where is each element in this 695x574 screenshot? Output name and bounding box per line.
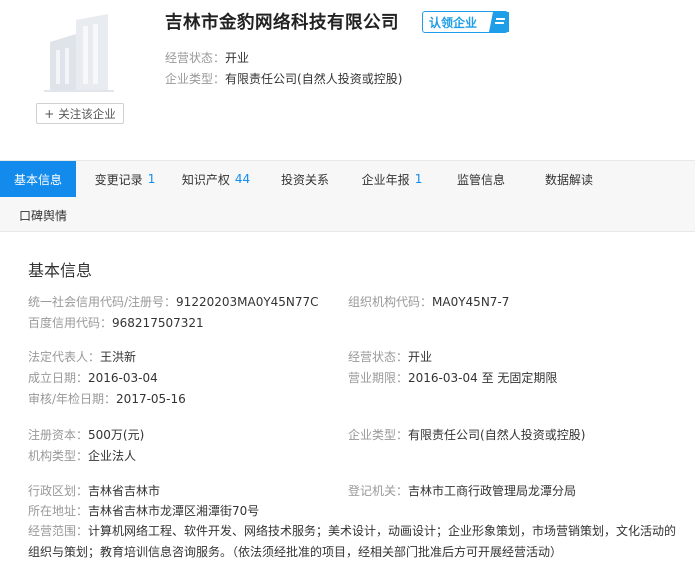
building-logo-icon xyxy=(44,14,114,92)
field-key: 成立日期： xyxy=(28,371,89,385)
claim-company-button[interactable]: 认领企业 xyxy=(422,11,509,33)
field-capital: 注册资本：500万(元) xyxy=(28,426,144,443)
claim-label: 认领企业 xyxy=(429,15,478,30)
field-value: MA0Y45N7-7 xyxy=(432,295,510,309)
field-value: 王洪新 xyxy=(100,350,137,364)
plus-icon: + xyxy=(44,106,55,121)
field-key: 机构类型： xyxy=(28,449,89,463)
company-type: 企业类型：有限责任公司(自然人投资或控股) xyxy=(165,70,402,87)
field-value: 968217507321 xyxy=(112,316,204,330)
field-value: 企业法人 xyxy=(88,449,137,463)
tab-count: 1 xyxy=(147,172,156,186)
type-key: 企业类型： xyxy=(165,72,226,86)
field-audit-date: 审核/年检日期：2017-05-16 xyxy=(28,390,186,407)
field-founded: 成立日期：2016-03-04 xyxy=(28,369,158,386)
field-value: 吉林市工商行政管理局龙潭分局 xyxy=(408,484,577,498)
field-scope: 经营范围：计算机网络工程、软件开发、网络技术服务；美术设计，动画设计；企业形象策… xyxy=(28,521,678,563)
claim-tag-icon xyxy=(489,12,509,32)
field-value: 计算机网络工程、软件开发、网络技术服务；美术设计，动画设计；企业形象策划，市场营… xyxy=(28,524,677,559)
tab-label: 投资关系 xyxy=(280,172,329,187)
field-key: 法定代表人： xyxy=(28,350,101,364)
field-term: 营业期限：2016-03-04 至 无固定期限 xyxy=(348,369,557,386)
field-value: 2016-03-04 至 无固定期限 xyxy=(408,371,558,385)
status-key: 经营状态： xyxy=(165,51,226,65)
tab-count: 1 xyxy=(414,172,423,186)
field-legal-rep: 法定代表人：王洪新 xyxy=(28,348,136,365)
field-credit-code: 统一社会信用代码/注册号：91220203MA0Y45N77C xyxy=(28,293,319,310)
tab-change-records[interactable]: 变更记录 1 xyxy=(85,161,165,197)
company-status: 经营状态：开业 xyxy=(165,49,249,66)
tab-label: 监管信息 xyxy=(456,172,505,187)
follow-company-button[interactable]: + 关注该企业 xyxy=(36,103,124,124)
tab-data-analysis[interactable]: 数据解读 xyxy=(529,161,609,197)
field-key: 审核/年检日期： xyxy=(28,392,117,406)
field-key: 注册资本： xyxy=(28,428,89,442)
follow-label: 关注该企业 xyxy=(58,106,116,121)
section-title: 基本信息 xyxy=(28,261,93,280)
field-key: 企业类型： xyxy=(348,428,409,442)
field-region: 行政区划：吉林省吉林市 xyxy=(28,482,160,499)
status-value: 开业 xyxy=(225,51,250,65)
field-ent-type: 企业类型：有限责任公司(自然人投资或控股) xyxy=(348,426,585,443)
field-key: 百度信用代码： xyxy=(28,316,113,330)
tab-investment[interactable]: 投资关系 xyxy=(265,161,345,197)
field-key: 所在地址： xyxy=(28,504,89,518)
field-value: 2017-05-16 xyxy=(116,392,186,406)
field-key: 组织机构代码： xyxy=(348,295,433,309)
field-org-code: 组织机构代码：MA0Y45N7-7 xyxy=(348,293,509,310)
field-org-type: 机构类型：企业法人 xyxy=(28,447,136,464)
field-value: 91220203MA0Y45N77C xyxy=(176,295,319,309)
tab-label: 变更记录 xyxy=(94,172,143,187)
field-authority: 登记机关：吉林市工商行政管理局龙潭分局 xyxy=(348,482,576,499)
company-header: + 关注该企业 吉林市金豹网络科技有限公司 认领企业 经营状态：开业 企业类型：… xyxy=(0,0,695,160)
tab-bar: 基本信息 变更记录 1 知识产权 44 投资关系 企业年报 1 监管信息 数据解读 口… xyxy=(0,160,695,232)
field-key: 经营范围： xyxy=(28,524,89,538)
tab-count: 44 xyxy=(234,172,251,186)
type-value: 有限责任公司(自然人投资或控股) xyxy=(225,72,403,86)
field-value: 开业 xyxy=(408,350,433,364)
field-key: 登记机关： xyxy=(348,484,409,498)
field-biz-status: 经营状态：开业 xyxy=(348,348,432,365)
tab-reputation[interactable]: 口碑舆情 xyxy=(5,197,81,233)
field-key: 经营状态： xyxy=(348,350,409,364)
field-value: 有限责任公司(自然人投资或控股) xyxy=(408,428,586,442)
company-name: 吉林市金豹网络科技有限公司 xyxy=(165,13,399,33)
field-key: 行政区划： xyxy=(28,484,89,498)
tab-label: 基本信息 xyxy=(13,172,62,187)
tab-label: 知识产权 xyxy=(181,172,230,187)
field-value: 500万(元) xyxy=(88,428,145,442)
field-baidu-code: 百度信用代码：968217507321 xyxy=(28,314,204,331)
field-value: 吉林省吉林市 xyxy=(88,484,161,498)
tab-annual-report[interactable]: 企业年报 1 xyxy=(352,161,432,197)
tab-label: 企业年报 xyxy=(361,172,410,187)
field-value: 吉林省吉林市龙潭区湘潭街70号 xyxy=(88,504,260,518)
field-value: 2016-03-04 xyxy=(88,371,158,385)
tab-label: 口碑舆情 xyxy=(18,208,67,223)
tab-intellectual-property[interactable]: 知识产权 44 xyxy=(175,161,257,197)
field-key: 统一社会信用代码/注册号： xyxy=(28,295,177,309)
tab-label: 数据解读 xyxy=(544,172,593,187)
field-key: 营业期限： xyxy=(348,371,409,385)
field-address: 所在地址：吉林省吉林市龙潭区湘潭街70号 xyxy=(28,502,259,519)
tab-regulatory[interactable]: 监管信息 xyxy=(441,161,521,197)
tab-basic-info[interactable]: 基本信息 xyxy=(0,161,76,197)
